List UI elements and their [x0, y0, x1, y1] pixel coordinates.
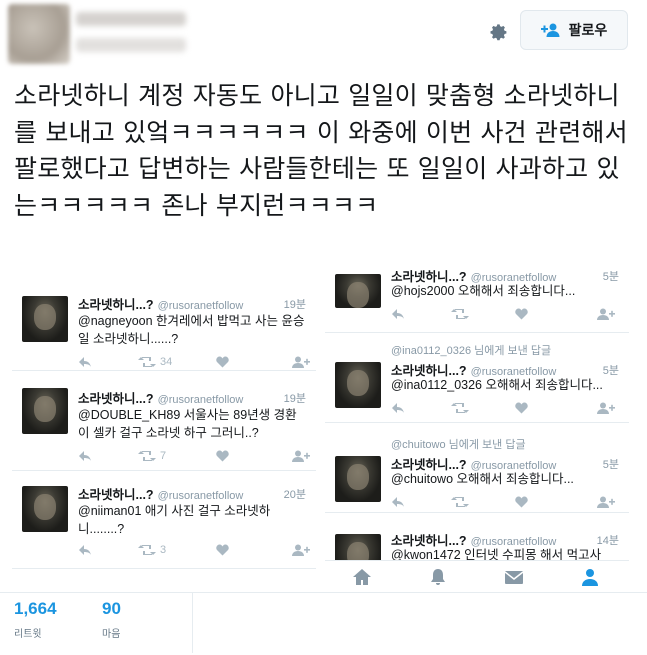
profile-icon[interactable] [579, 567, 601, 587]
mini-tweet-body: @ina0112_0326 오해해서 죄송합니다... [391, 378, 603, 392]
follow-user-icon[interactable] [292, 356, 310, 368]
heart-icon[interactable] [216, 356, 229, 368]
retweet-icon[interactable] [451, 402, 469, 414]
retweet-count: 1,664 [14, 599, 57, 618]
mini-avatar [335, 456, 381, 502]
retweet-count: 7 [160, 450, 167, 462]
mini-tweet-actions: 3 [78, 544, 310, 560]
messages-icon[interactable] [503, 567, 525, 587]
follow-user-icon[interactable] [597, 496, 615, 508]
author-handle-blurred [76, 38, 186, 52]
reply-icon[interactable] [391, 308, 405, 320]
mini-tweet-body: @kwon1472 인터넷 수피몽 해서 먹고사 [391, 548, 602, 560]
reply-context: @ina0112_0326 님에게 보낸 답글 [391, 345, 552, 357]
retweet-stat[interactable]: 1,664 리트윗 [14, 599, 57, 640]
stats-divider [192, 593, 193, 653]
reply-icon[interactable] [391, 496, 405, 508]
retweet-icon[interactable]: 34 [138, 356, 172, 368]
tweet-stats: 1,664 리트윗 90 마음 [0, 592, 647, 653]
tweet-header: 팔로우 [0, 0, 647, 70]
mini-tweet-time: 19분 [283, 299, 306, 311]
follow-button-label: 팔로우 [568, 23, 608, 39]
heart-icon[interactable] [216, 544, 229, 556]
follow-user-icon[interactable] [597, 308, 615, 320]
mini-tweet-time: 20분 [283, 489, 306, 501]
mini-tweet-body: @niiman01 애기 사진 걸구 소라넷하니........? [78, 504, 271, 536]
reply-icon[interactable] [78, 356, 92, 368]
mini-tweet-body: @DOUBLE_KH89 서울사는 89년생 경환이 셀카 걸구 소라넷 하구 … [78, 408, 297, 440]
follow-user-icon[interactable] [597, 402, 615, 414]
mini-tweet-actions [391, 496, 621, 512]
mini-tweet-name: 소라넷하니...? @rusoranetfollow [78, 298, 244, 312]
follow-user-icon[interactable] [292, 450, 310, 462]
reply-icon[interactable] [78, 450, 92, 462]
mini-avatar [335, 362, 381, 408]
mini-tweet-actions [391, 402, 621, 418]
retweet-icon[interactable] [451, 496, 469, 508]
mini-tweet: 소라넷하니...? @rusoranetfollow 14분 @kwon1472 … [325, 512, 629, 580]
retweet-label: 리트윗 [14, 629, 42, 640]
home-icon[interactable] [351, 567, 373, 587]
mini-tweet-body: @chuitowo 오해해서 죄송합니다... [391, 472, 574, 486]
follow-button[interactable]: 팔로우 [520, 10, 628, 50]
heart-icon[interactable] [515, 308, 528, 320]
mini-tweet-body: @nagneyoon 한겨레에서 밥먹고 사는 윤승일 소라넷하니......? [78, 314, 305, 346]
heart-icon[interactable] [216, 450, 229, 462]
like-count: 90 [102, 599, 121, 618]
mini-avatar [335, 274, 381, 308]
mini-avatar [22, 296, 68, 342]
retweet-count: 34 [160, 356, 173, 368]
gear-icon[interactable] [485, 20, 509, 44]
mini-tweet: 소라넷하니...? @rusoranetfollow 19분 @nagneyoon… [12, 270, 316, 371]
mini-tweet-actions [391, 308, 621, 324]
embedded-screenshot-right[interactable]: 소라넷하니...? @rusoranetfollow 5분 @hojs2000 오… [325, 270, 629, 592]
author-name-blurred[interactable] [76, 12, 186, 26]
tweet-text: 소라넷하니 계정 자동도 아니고 일일이 맞춤형 소라넷하니를 보내고 있엌ㅋㅋ… [14, 81, 628, 220]
follow-user-icon[interactable] [292, 544, 310, 556]
retweet-icon[interactable] [451, 308, 469, 320]
mini-tweet-actions: 7 [78, 450, 310, 466]
follow-person-icon [540, 23, 560, 37]
mini-tweet: 소라넷하니...? @rusoranetfollow 20분 @niiman01 … [12, 470, 316, 569]
like-label: 마음 [102, 629, 121, 640]
mini-tweet: @chuitowo 님에게 보낸 답글 소라넷하니...? @rusoranetf… [325, 422, 629, 513]
mini-tweet: 소라넷하니...? @rusoranetfollow 19분 @DOUBLE_KH… [12, 370, 316, 471]
reply-icon[interactable] [78, 544, 92, 556]
author-avatar-blurred[interactable] [8, 4, 70, 64]
retweet-count: 3 [160, 544, 167, 556]
embedded-screenshot-left[interactable]: 소라넷하니...? @rusoranetfollow 19분 @nagneyoon… [12, 270, 316, 580]
reply-icon[interactable] [391, 402, 405, 414]
app-tab-bar [325, 560, 629, 592]
notifications-icon[interactable] [427, 567, 449, 587]
retweet-icon[interactable]: 7 [138, 450, 166, 462]
mini-tweet-body: @hojs2000 오해해서 죄송합니다... [391, 284, 576, 298]
mini-tweet-name: 소라넷하니...? @rusoranetfollow [78, 488, 244, 502]
mini-avatar [22, 388, 68, 434]
like-stat[interactable]: 90 마음 [102, 599, 121, 640]
mini-tweet-name: 소라넷하니...? @rusoranetfollow [78, 392, 244, 406]
reply-context: @chuitowo 님에게 보낸 답글 [391, 439, 526, 451]
mini-tweet: 소라넷하니...? @rusoranetfollow 5분 @hojs2000 오… [325, 270, 629, 333]
heart-icon[interactable] [515, 496, 528, 508]
mini-avatar [22, 486, 68, 532]
mini-tweet-time: 19분 [283, 393, 306, 405]
heart-icon[interactable] [515, 402, 528, 414]
retweet-icon[interactable]: 3 [138, 544, 166, 556]
mini-tweet: @ina0112_0326 님에게 보낸 답글 소라넷하니...? @rusora… [325, 332, 629, 423]
